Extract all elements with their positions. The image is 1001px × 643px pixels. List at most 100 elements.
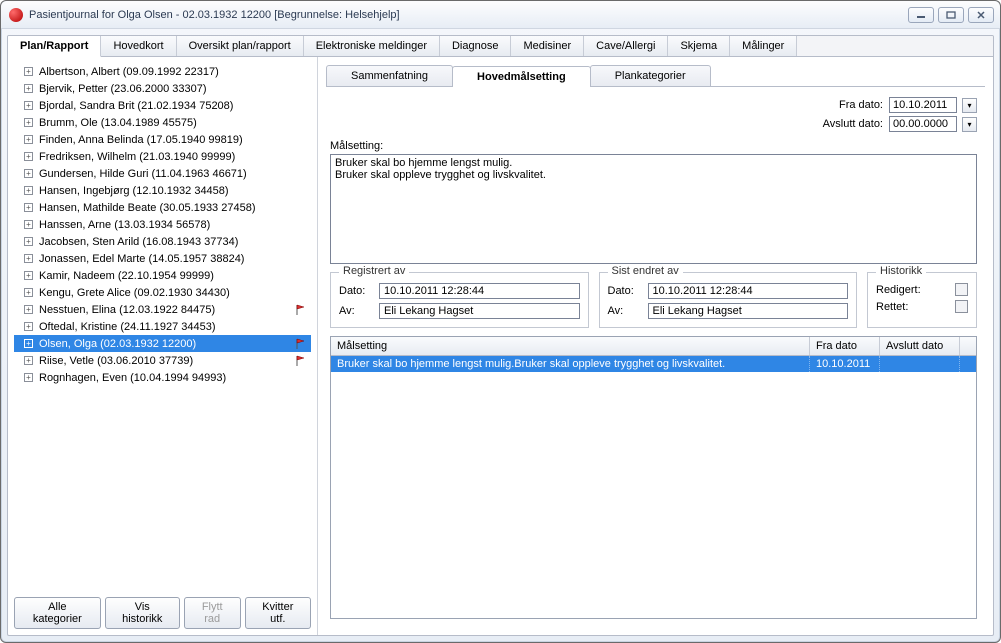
- main-tab-6[interactable]: Cave/Allergi: [584, 36, 668, 56]
- main-tab-1[interactable]: Hovedkort: [101, 36, 176, 56]
- titlebar: Pasientjournal for Olga Olsen - 02.03.19…: [1, 1, 1000, 29]
- patient-row[interactable]: +Hansen, Mathilde Beate (30.05.1933 2745…: [14, 199, 311, 216]
- patient-label: Rognhagen, Even (10.04.1994 94993): [39, 372, 226, 384]
- patient-row[interactable]: +Hanssen, Arne (13.03.1934 56578): [14, 216, 311, 233]
- patient-row[interactable]: +Nesstuen, Elina (12.03.1922 84475): [14, 301, 311, 318]
- expand-icon[interactable]: +: [24, 101, 33, 110]
- patient-label: Finden, Anna Belinda (17.05.1940 99819): [39, 134, 243, 146]
- registrert-av-group: Registrert av Dato: 10.10.2011 12:28:44 …: [330, 272, 589, 328]
- alle-kategorier-button[interactable]: Alle kategorier: [14, 597, 101, 629]
- expand-icon[interactable]: +: [24, 271, 33, 280]
- patient-row[interactable]: + Jacobsen, Sten Arild (16.08.1943 37734): [14, 233, 311, 250]
- patient-label: Brumm, Ole (13.04.1989 45575): [39, 117, 197, 129]
- patient-label: Riise, Vetle (03.06.2010 37739): [39, 355, 193, 367]
- expand-icon[interactable]: +: [24, 237, 33, 246]
- expand-icon[interactable]: +: [24, 339, 33, 348]
- registrert-legend: Registrert av: [339, 265, 409, 277]
- expand-icon[interactable]: +: [24, 356, 33, 365]
- expand-icon[interactable]: +: [24, 152, 33, 161]
- main-tab-7[interactable]: Skjema: [668, 36, 730, 56]
- patient-label: Jacobsen, Sten Arild (16.08.1943 37734): [39, 236, 238, 248]
- app-icon: [9, 8, 23, 22]
- avslutt-dato-field[interactable]: 00.00.0000: [889, 116, 957, 132]
- close-button[interactable]: [968, 7, 994, 23]
- malsetting-textarea[interactable]: Bruker skal bo hjemme lengst mulig. Bruk…: [330, 154, 977, 264]
- kvitter-utf-button[interactable]: Kvitter utf.: [245, 597, 311, 629]
- flytt-rad-button: Flytt rad: [184, 597, 241, 629]
- sist-endret-dato-label: Dato:: [608, 285, 642, 297]
- patient-row[interactable]: +Olsen, Olga (02.03.1932 12200): [14, 335, 311, 352]
- sub-tab-2[interactable]: Plankategorier: [590, 65, 711, 86]
- patient-row[interactable]: +Hansen, Ingebjørg (12.10.1932 34458): [14, 182, 311, 199]
- fra-dato-field[interactable]: 10.10.2011: [889, 97, 957, 113]
- rettet-checkbox[interactable]: [955, 300, 968, 313]
- expand-icon[interactable]: +: [24, 169, 33, 178]
- patient-tree[interactable]: +Albertson, Albert (09.09.1992 22317)+Bj…: [14, 63, 311, 591]
- expand-icon[interactable]: +: [24, 322, 33, 331]
- fra-dato-label: Fra dato:: [839, 99, 883, 111]
- grid-cell-avslutt: [880, 356, 960, 372]
- grid-header-spacer: [960, 337, 976, 355]
- minimize-button[interactable]: [908, 7, 934, 23]
- expand-icon[interactable]: +: [24, 203, 33, 212]
- patient-row[interactable]: + Oftedal, Kristine (24.11.1927 34453): [14, 318, 311, 335]
- sist-endret-dato-value: 10.10.2011 12:28:44: [648, 283, 849, 299]
- body-split: +Albertson, Albert (09.09.1992 22317)+Bj…: [8, 57, 993, 635]
- patient-label: Gundersen, Hilde Guri (11.04.1963 46671): [39, 168, 247, 180]
- expand-icon[interactable]: +: [24, 67, 33, 76]
- expand-icon[interactable]: +: [24, 118, 33, 127]
- expand-icon[interactable]: +: [24, 135, 33, 144]
- registrert-dato-label: Dato:: [339, 285, 373, 297]
- main-tab-5[interactable]: Medisiner: [511, 36, 584, 56]
- patient-row[interactable]: + Jonassen, Edel Marte (14.05.1957 38824): [14, 250, 311, 267]
- expand-icon[interactable]: +: [24, 84, 33, 93]
- main-tab-8[interactable]: Målinger: [730, 36, 797, 56]
- avslutt-dato-dropdown[interactable]: ▾: [962, 117, 977, 132]
- patient-row[interactable]: + Finden, Anna Belinda (17.05.1940 99819): [14, 131, 311, 148]
- tree-button-row: Alle kategorier Vis historikk Flytt rad …: [14, 597, 311, 629]
- grid-header-fra-dato[interactable]: Fra dato: [810, 337, 880, 355]
- patient-label: Jonassen, Edel Marte (14.05.1957 38824): [39, 253, 244, 265]
- expand-icon[interactable]: +: [24, 288, 33, 297]
- patient-row[interactable]: + Brumm, Ole (13.04.1989 45575): [14, 114, 311, 131]
- grid-cell-text: Bruker skal bo hjemme lengst mulig.Bruke…: [331, 356, 810, 372]
- sist-endret-legend: Sist endret av: [608, 265, 683, 277]
- expand-icon[interactable]: +: [24, 186, 33, 195]
- window-title: Pasientjournal for Olga Olsen - 02.03.19…: [29, 9, 908, 21]
- sist-endret-av-label: Av:: [608, 305, 642, 317]
- main-tab-0[interactable]: Plan/Rapport: [8, 36, 101, 57]
- grid-header-malsetting[interactable]: Målsetting: [331, 337, 810, 355]
- patient-row[interactable]: +Kamir, Nadeem (22.10.1954 99999): [14, 267, 311, 284]
- patient-row[interactable]: + Rognhagen, Even (10.04.1994 94993): [14, 369, 311, 386]
- main-tab-4[interactable]: Diagnose: [440, 36, 511, 56]
- main-tab-2[interactable]: Oversikt plan/rapport: [177, 36, 304, 56]
- main-tab-3[interactable]: Elektroniske meldinger: [304, 36, 440, 56]
- patient-row[interactable]: + Riise, Vetle (03.06.2010 37739): [14, 352, 311, 369]
- patient-row[interactable]: +Bjordal, Sandra Brit (21.02.1934 75208): [14, 97, 311, 114]
- expand-icon[interactable]: +: [24, 373, 33, 382]
- maximize-button[interactable]: [938, 7, 964, 23]
- sub-tab-0[interactable]: Sammenfatning: [326, 65, 453, 86]
- vis-historikk-button[interactable]: Vis historikk: [105, 597, 180, 629]
- window-controls: [908, 7, 994, 23]
- grid-header-avslutt-dato[interactable]: Avslutt dato: [880, 337, 960, 355]
- flag-icon: [295, 338, 307, 350]
- patient-row[interactable]: +Bjervik, Petter (23.06.2000 33307): [14, 80, 311, 97]
- redigert-checkbox[interactable]: [955, 283, 968, 296]
- malsetting-grid[interactable]: Målsetting Fra dato Avslutt dato Bruker …: [330, 336, 977, 619]
- patient-row[interactable]: + Gundersen, Hilde Guri (11.04.1963 46671…: [14, 165, 311, 182]
- expand-icon[interactable]: +: [24, 220, 33, 229]
- patient-label: Oftedal, Kristine (24.11.1927 34453): [39, 321, 216, 333]
- sub-tab-1[interactable]: Hovedmålsetting: [452, 66, 591, 87]
- patient-row[interactable]: +Fredriksen, Wilhelm (21.03.1940 99999): [14, 148, 311, 165]
- client-area: Plan/RapportHovedkortOversikt plan/rappo…: [7, 35, 994, 636]
- patient-row[interactable]: +Albertson, Albert (09.09.1992 22317): [14, 63, 311, 80]
- sist-endret-group: Sist endret av Dato: 10.10.2011 12:28:44…: [599, 272, 858, 328]
- grid-row[interactable]: Bruker skal bo hjemme lengst mulig.Bruke…: [331, 356, 976, 372]
- patient-row[interactable]: +Kengu, Grete Alice (09.02.1930 34430): [14, 284, 311, 301]
- registrert-dato-value: 10.10.2011 12:28:44: [379, 283, 580, 299]
- fra-dato-dropdown[interactable]: ▾: [962, 98, 977, 113]
- historikk-group: Historikk Redigert: Rettet:: [867, 272, 977, 328]
- expand-icon[interactable]: +: [24, 305, 33, 314]
- expand-icon[interactable]: +: [24, 254, 33, 263]
